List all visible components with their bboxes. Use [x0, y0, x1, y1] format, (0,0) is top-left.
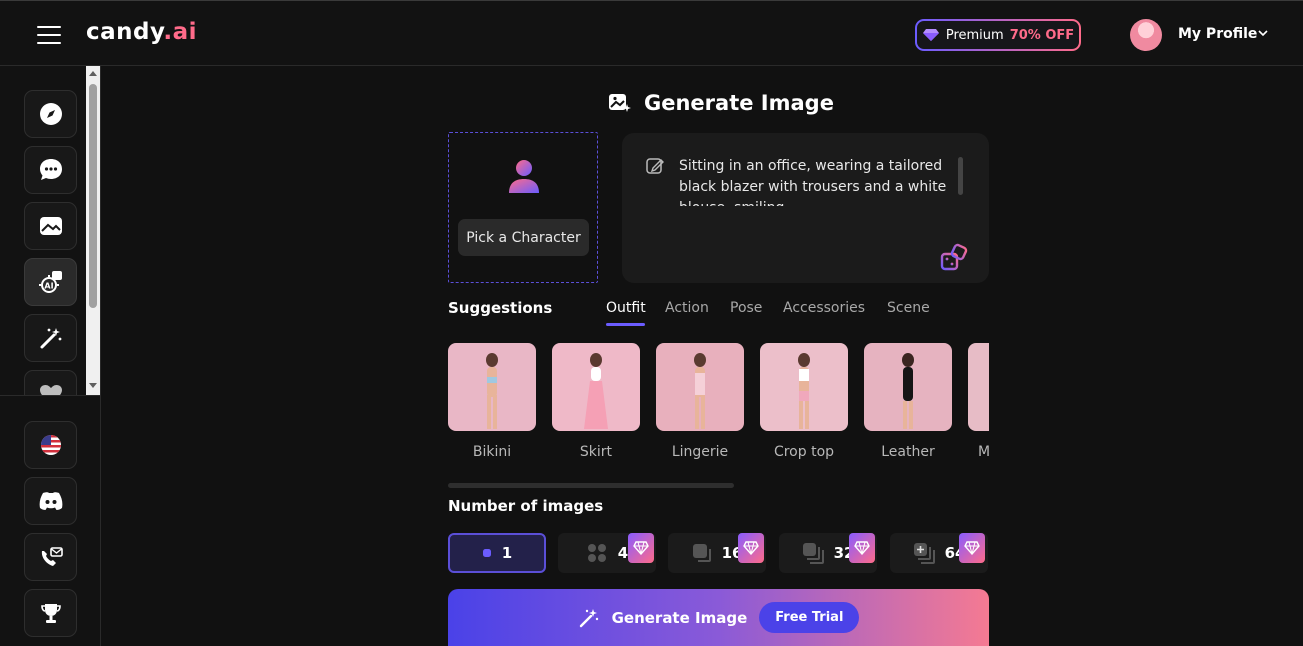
tab-action[interactable]: Action	[665, 300, 709, 316]
avatar[interactable]	[1130, 19, 1162, 51]
sidebar: AI	[0, 66, 101, 646]
compass-icon	[39, 103, 62, 125]
chat-bubble-icon	[39, 159, 62, 180]
tab-pose[interactable]: Pose	[730, 300, 762, 316]
sidebar-item-create-character[interactable]	[24, 314, 77, 362]
sidebar-item-explore[interactable]	[24, 90, 77, 138]
suggestion-thumbnail	[448, 343, 536, 431]
scroll-down-arrow-icon[interactable]	[89, 383, 97, 388]
image-sparkle-icon	[609, 94, 631, 112]
sidebar-item-chat[interactable]	[24, 146, 77, 194]
tab-scene[interactable]: Scene	[887, 300, 930, 316]
tab-outfit[interactable]: Outfit	[606, 300, 646, 316]
sidebar-item-contact[interactable]	[24, 533, 77, 581]
ai-image-icon: AI	[38, 271, 62, 293]
hamburger-menu-icon[interactable]	[37, 26, 61, 44]
page-title-text: Generate Image	[644, 91, 834, 115]
suggestion-thumbnail	[864, 343, 952, 431]
sidebar-item-my-ai[interactable]	[24, 370, 77, 395]
sidebar-nav: AI	[0, 66, 100, 396]
suggestions-carousel: Bikini Skirt Lingerie Crop top Leather M	[448, 343, 989, 471]
suggestions-scrollbar[interactable]	[448, 483, 734, 488]
person-icon	[509, 160, 539, 193]
us-flag-icon	[40, 435, 61, 455]
discord-icon	[39, 492, 62, 510]
sidebar-item-language[interactable]	[24, 421, 77, 469]
gem-icon	[922, 29, 939, 41]
suggestions-label: Suggestions	[448, 299, 553, 317]
premium-gem-icon	[738, 533, 764, 563]
suggestion-card-bikini[interactable]: Bikini	[448, 343, 536, 460]
prompt-box: Sitting in an office, wearing a tailored…	[622, 133, 989, 283]
suggestion-thumbnail	[760, 343, 848, 431]
sidebar-item-leaderboard[interactable]	[24, 589, 77, 637]
logo-ai-text: .ai	[163, 19, 198, 45]
grid-four-icon	[587, 544, 606, 562]
number-of-images-label: Number of images	[448, 497, 604, 515]
logo-text: candy	[86, 19, 164, 45]
edit-icon	[646, 158, 664, 174]
num-images-option-1[interactable]: 1	[448, 533, 546, 573]
prompt-scrollbar[interactable]	[958, 157, 963, 195]
free-trial-badge: Free Trial	[759, 602, 860, 633]
heart-icon	[39, 385, 62, 395]
magic-wand-icon	[579, 608, 598, 627]
suggestion-label: Crop top	[773, 444, 835, 460]
logo[interactable]: candy.ai	[86, 19, 197, 45]
page-title: Generate Image	[608, 88, 834, 118]
stack-plus-icon	[913, 543, 935, 564]
premium-button[interactable]: Premium 70% OFF	[915, 19, 1081, 51]
scroll-up-arrow-icon[interactable]	[89, 71, 97, 76]
sidebar-scrollbar[interactable]	[86, 66, 100, 395]
scrollbar-thumb[interactable]	[89, 84, 97, 308]
suggestion-label: Bikini	[472, 444, 512, 460]
profile-label[interactable]: My Profile	[1178, 26, 1257, 42]
sidebar-item-gallery[interactable]	[24, 202, 77, 250]
num-option-value: 1	[501, 544, 513, 562]
prompt-input[interactable]: Sitting in an office, wearing a tailored…	[679, 156, 969, 206]
sidebar-item-generate-image[interactable]: AI	[24, 258, 77, 306]
suggestion-card-partial[interactable]: M	[968, 343, 989, 460]
num-option-value: 4	[617, 544, 629, 562]
suggestion-card-skirt[interactable]: Skirt	[552, 343, 640, 460]
pick-character-box[interactable]: Pick a Character	[448, 132, 598, 283]
premium-gem-icon	[959, 533, 985, 563]
image-icon	[39, 217, 62, 235]
tab-accessories[interactable]: Accessories	[783, 300, 865, 316]
generate-image-button[interactable]: Generate Image Free Trial	[448, 589, 989, 646]
single-dot-icon	[482, 549, 491, 557]
svg-text:AI: AI	[44, 282, 53, 291]
premium-label: Premium	[945, 27, 1004, 43]
suggestion-card-crop-top[interactable]: Crop top	[760, 343, 848, 460]
suggestion-thumbnail	[656, 343, 744, 431]
stack-icon	[802, 543, 824, 564]
pick-character-button[interactable]: Pick a Character	[458, 219, 589, 256]
premium-discount: 70% OFF	[1009, 27, 1075, 43]
suggestion-card-lingerie[interactable]: Lingerie	[656, 343, 744, 460]
suggestion-thumbnail	[552, 343, 640, 431]
premium-gem-icon	[849, 533, 875, 563]
suggestion-label: Lingerie	[671, 444, 729, 460]
suggestion-card-leather[interactable]: Leather	[864, 343, 952, 460]
chevron-down-icon[interactable]	[1258, 28, 1268, 38]
mail-icon	[41, 547, 63, 566]
active-tab-indicator	[606, 323, 645, 326]
suggestion-label: M	[978, 444, 989, 460]
suggestion-label: Skirt	[579, 444, 613, 460]
trophy-icon	[40, 604, 61, 623]
magic-wand-icon	[40, 328, 61, 349]
stack-icon	[692, 544, 711, 562]
top-header: candy.ai Premium 70% OFF My Profile	[0, 0, 1303, 66]
suggestion-thumbnail	[968, 343, 989, 431]
sidebar-item-discord[interactable]	[24, 477, 77, 525]
generate-label: Generate Image	[611, 608, 748, 627]
dice-random-icon[interactable]	[940, 243, 970, 273]
suggestion-label: Leather	[881, 444, 935, 460]
premium-gem-icon	[628, 533, 654, 563]
